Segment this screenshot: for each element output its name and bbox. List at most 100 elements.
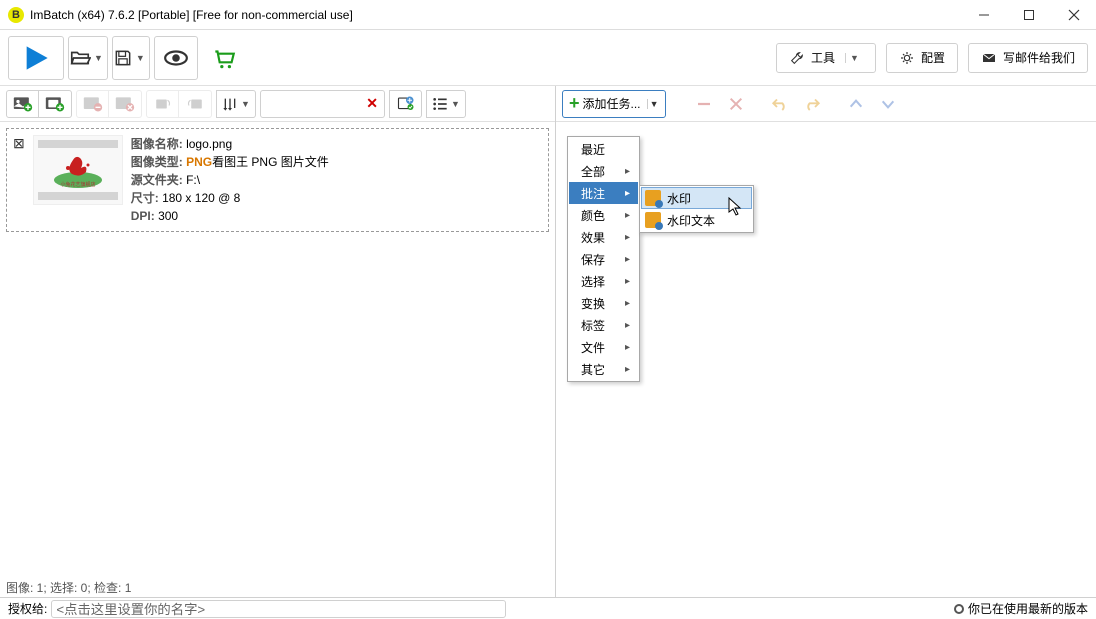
mail-icon: [981, 50, 997, 66]
wrench-icon: [789, 50, 805, 66]
folder-add-icon: [45, 96, 65, 112]
plus-icon: +: [569, 93, 580, 114]
menu-item-all[interactable]: 全部: [569, 160, 638, 182]
preview-button[interactable]: [154, 36, 198, 80]
maximize-button[interactable]: [1006, 0, 1051, 30]
mail-button[interactable]: 写邮件给我们: [968, 43, 1088, 73]
window-controls: [961, 0, 1096, 30]
remove-image-button: [76, 90, 109, 118]
x-icon: [728, 96, 744, 112]
type-value: 看图王 PNG 图片文件: [212, 155, 329, 169]
sort-button[interactable]: ▼: [216, 90, 256, 118]
config-label: 配置: [921, 49, 945, 66]
shop-button[interactable]: [202, 36, 246, 80]
add-image-button[interactable]: [6, 90, 39, 118]
dropdown-arrow-icon: ▼: [647, 99, 661, 109]
config-button[interactable]: 配置: [886, 43, 958, 73]
minimize-icon: [978, 9, 990, 21]
image-remove-icon: [83, 96, 103, 112]
task-toolbar: + 添加任务... ▼: [556, 86, 1096, 122]
run-button[interactable]: [8, 36, 64, 80]
add-task-button[interactable]: + 添加任务... ▼: [562, 90, 666, 118]
dpi-label: DPI:: [131, 209, 155, 223]
sort-icon: [222, 96, 238, 112]
add-folder-button[interactable]: [39, 90, 72, 118]
type-badge: PNG: [186, 155, 212, 169]
chevron-up-icon: [848, 96, 864, 112]
status-indicator-icon: [954, 604, 964, 614]
search-input[interactable]: [267, 97, 362, 111]
dpi-value: 300: [158, 209, 178, 223]
save-button[interactable]: ▼: [112, 36, 150, 80]
search-box[interactable]: ✕: [260, 90, 385, 118]
size-value: 180 x 120 @ 8: [162, 191, 240, 205]
size-label: 尺寸:: [131, 191, 159, 205]
version-status: 你已在使用最新的版本: [954, 600, 1088, 617]
title-bar: B ImBatch (x64) 7.6.2 [Portable] [Free f…: [0, 0, 1096, 30]
tools-button[interactable]: 工具 ▼: [776, 43, 876, 73]
redo-button: [798, 90, 826, 118]
submenu-label: 水印: [667, 190, 691, 207]
close-icon: [1068, 9, 1080, 21]
dropdown-arrow-icon: ▼: [845, 53, 863, 63]
dropdown-arrow-icon: ▼: [241, 99, 250, 109]
open-folder-button[interactable]: ▼: [68, 36, 108, 80]
watermark-text-icon: [645, 212, 661, 228]
rotate-right-icon: [186, 96, 204, 112]
move-up-button: [842, 90, 870, 118]
mail-label: 写邮件给我们: [1003, 49, 1075, 66]
annotate-submenu: 水印 水印文本: [639, 185, 754, 233]
status-bar: 授权给: 你已在使用最新的版本: [0, 597, 1096, 619]
menu-item-recent[interactable]: 最近: [569, 138, 638, 160]
authorize-input[interactable]: [51, 600, 506, 618]
menu-item-effect[interactable]: 效果: [569, 226, 638, 248]
filter-gear-icon: [397, 95, 415, 113]
gear-icon: [899, 50, 915, 66]
item-checkbox[interactable]: ⊠: [13, 135, 25, 225]
image-count-status: 图像: 1; 选择: 0; 检查: 1: [0, 577, 555, 597]
window-title: ImBatch (x64) 7.6.2 [Portable] [Free for…: [30, 8, 961, 22]
dropdown-arrow-icon: ▼: [451, 99, 460, 109]
menu-item-select[interactable]: 选择: [569, 270, 638, 292]
submenu-item-watermark-text[interactable]: 水印文本: [641, 209, 752, 231]
close-button[interactable]: [1051, 0, 1096, 30]
folder-value: F:\: [186, 173, 200, 187]
image-cancel-icon: [115, 96, 135, 112]
menu-item-tag[interactable]: 标签: [569, 314, 638, 336]
menu-item-annotate[interactable]: 批注: [569, 182, 638, 204]
menu-item-save[interactable]: 保存: [569, 248, 638, 270]
eye-icon: [163, 45, 189, 71]
menu-item-file[interactable]: 文件: [569, 336, 638, 358]
undo-icon: [771, 95, 789, 113]
clear-search-button[interactable]: ✕: [366, 95, 378, 112]
item-thumbnail: 小兔花艺旗舰店: [33, 135, 123, 205]
list-icon: [432, 96, 448, 112]
play-icon: [22, 44, 50, 72]
minimize-button[interactable]: [961, 0, 1006, 30]
name-value: logo.png: [186, 137, 232, 151]
rotate-left-button: [146, 90, 179, 118]
dropdown-arrow-icon: ▼: [94, 53, 103, 63]
menu-item-transform[interactable]: 变换: [569, 292, 638, 314]
submenu-label: 水印文本: [667, 212, 715, 229]
task-category-menu: 最近 全部 批注 颜色 效果 保存 选择 变换 标签 文件 其它: [567, 136, 640, 382]
chevron-down-icon: [880, 96, 896, 112]
cart-icon: [211, 45, 237, 71]
thumbnail-image: 小兔花艺旗舰店: [48, 150, 108, 190]
rotate-left-icon: [154, 96, 172, 112]
view-mode-button[interactable]: ▼: [426, 90, 466, 118]
redo-icon: [803, 95, 821, 113]
menu-item-color[interactable]: 颜色: [569, 204, 638, 226]
authorize-label: 授权给:: [8, 600, 47, 617]
watermark-icon: [645, 190, 661, 206]
save-icon: [113, 48, 133, 68]
app-icon: B: [8, 7, 24, 23]
svg-text:小兔花艺旗舰店: 小兔花艺旗舰店: [60, 181, 95, 188]
remove-task-button: [690, 90, 718, 118]
submenu-item-watermark[interactable]: 水印: [641, 187, 752, 209]
filter-button[interactable]: [389, 90, 422, 118]
menu-item-other[interactable]: 其它: [569, 358, 638, 380]
image-item[interactable]: ⊠ 小兔花艺旗舰店 图像名称: logo.png 图像类型: PNG看图王 PN…: [6, 128, 549, 232]
image-toolbar: ▼ ✕ ▼: [0, 86, 555, 122]
delete-task-button: [722, 90, 750, 118]
